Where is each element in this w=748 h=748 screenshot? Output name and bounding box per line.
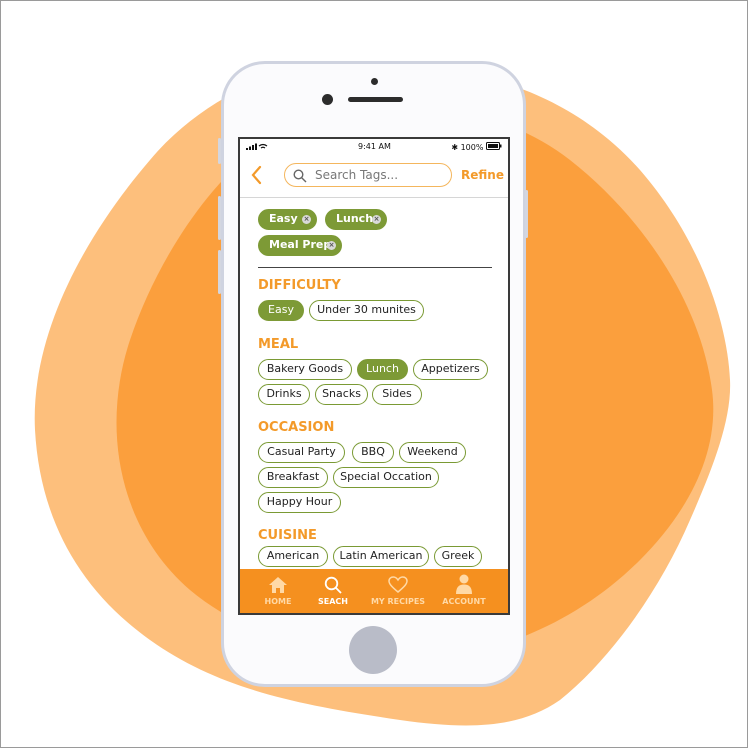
volume-up-button [218,196,221,240]
search-input[interactable]: Search Tags... [284,163,452,187]
tag-occasion-weekend[interactable]: Weekend [399,442,466,463]
section-title-difficulty: DIFFICULTY [258,278,341,293]
tag-cuisine-latin-american[interactable]: Latin American [333,546,429,567]
bluetooth-icon: ✱ [451,143,459,152]
tab-label: MY RECIPES [370,597,426,606]
status-bar: 9:41 AM ✱ 100% [240,139,508,155]
remove-tag-icon[interactable]: × [327,241,336,250]
tag-occasion-happy-hour[interactable]: Happy Hour [258,492,341,513]
section-title-occasion: OCCASION [258,420,335,435]
tag-occasion-breakfast[interactable]: Breakfast [258,467,328,488]
search-placeholder: Search Tags... [315,168,399,182]
refine-button[interactable]: Refine [461,168,504,182]
status-battery: ✱ 100% [451,142,502,152]
selected-tag-lunch[interactable]: Lunch × [325,209,387,230]
tag-meal-drinks[interactable]: Drinks [258,384,310,405]
mute-switch [218,138,221,164]
tag-meal-snacks[interactable]: Snacks [315,384,368,405]
tag-meal-sides[interactable]: Sides [372,384,422,405]
search-icon [293,169,307,183]
tag-meal-lunch[interactable]: Lunch [357,359,408,380]
power-button [525,190,528,238]
tab-label: SEACH [318,597,348,606]
remove-tag-icon[interactable]: × [302,215,311,224]
signal-wifi-icon [246,143,268,152]
tag-cuisine-greek[interactable]: Greek [434,546,482,567]
back-chevron-icon[interactable] [250,165,262,189]
top-nav: Search Tags... Refine [240,157,508,198]
tag-meal-appetizers[interactable]: Appetizers [413,359,488,380]
heart-icon [388,576,408,593]
tab-search[interactable]: SEACH [311,569,355,613]
tag-meal-bakery-goods[interactable]: Bakery Goods [258,359,352,380]
battery-percent: 100% [460,143,484,152]
front-camera [322,94,333,105]
tab-my-recipes[interactable]: MY RECIPES [366,569,430,613]
tag-occasion-bbq[interactable]: BBQ [352,442,394,463]
section-title-meal: MEAL [258,337,299,352]
tag-occasion-special-occation[interactable]: Special Occation [333,467,439,488]
bottom-tab-bar: HOME SEACH MY RECIPES ACCOUNT [240,569,508,613]
selected-tag-meal-prep[interactable]: Meal Prep × [258,235,342,256]
tab-account[interactable]: ACCOUNT [439,569,489,613]
tab-home[interactable]: HOME [256,569,300,613]
selected-tag-label: Lunch [336,212,374,225]
tag-difficulty-easy[interactable]: Easy [258,300,304,321]
selected-tag-easy[interactable]: Easy × [258,209,317,230]
proximity-sensor [371,78,378,85]
home-hardware-button[interactable] [349,626,397,674]
app-screen: 9:41 AM ✱ 100% Search Tags... Refine Eas… [238,137,510,615]
person-icon [456,574,472,594]
tab-label: ACCOUNT [442,597,486,606]
status-time: 9:41 AM [358,142,391,151]
volume-down-button [218,250,221,294]
search-icon [324,576,342,594]
tag-occasion-casual-party[interactable]: Casual Party [258,442,345,463]
selected-tag-label: Easy [269,212,298,225]
remove-tag-icon[interactable]: × [372,215,381,224]
selected-tag-label: Meal Prep [269,238,332,251]
battery-icon [486,142,502,150]
tag-difficulty-under-30[interactable]: Under 30 munites [309,300,424,321]
home-icon [269,577,287,593]
speaker-grille [348,97,403,102]
section-divider [258,267,492,268]
section-title-cuisine: CUISINE [258,528,317,543]
tag-cuisine-american[interactable]: American [258,546,328,567]
tab-label: HOME [264,597,292,606]
